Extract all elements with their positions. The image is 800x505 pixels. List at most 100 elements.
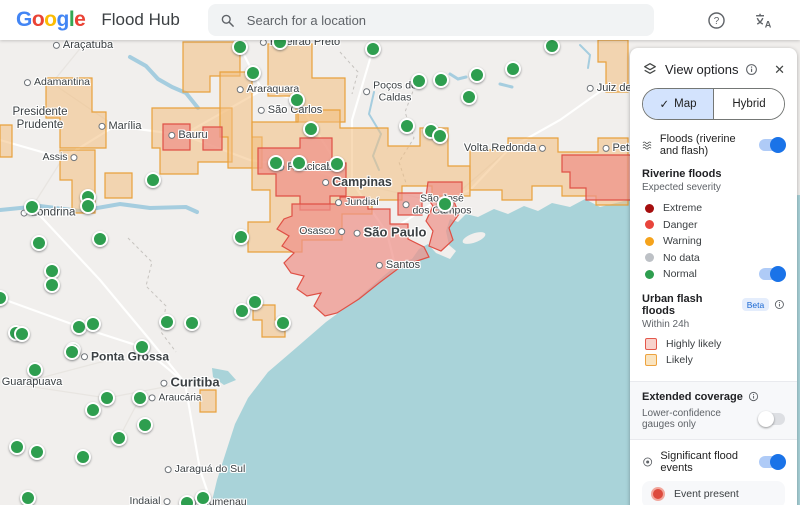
city-marker-icon	[602, 144, 610, 152]
gauge-marker-normal[interactable]	[432, 128, 448, 144]
floods-toggle[interactable]	[759, 137, 786, 153]
gauge-marker-normal[interactable]	[245, 65, 261, 81]
app-header: Google Flood Hub ? A	[0, 0, 800, 40]
gauge-marker-normal[interactable]	[275, 315, 291, 331]
gauge-marker-normal[interactable]	[159, 314, 175, 330]
google-logo-letter: o	[44, 8, 57, 31]
gauge-marker-normal[interactable]	[233, 229, 249, 245]
gauge-marker-normal[interactable]	[80, 198, 96, 214]
gauge-marker-normal[interactable]	[85, 402, 101, 418]
gauge-marker-normal[interactable]	[437, 196, 453, 212]
gauge-marker-normal[interactable]	[184, 315, 200, 331]
gauge-marker-normal[interactable]	[365, 41, 381, 57]
legend-item-no-data: No data	[645, 250, 785, 267]
legend-item-highly-likely: Highly likely	[645, 336, 785, 353]
city-label: Curitiba	[160, 375, 220, 391]
city-label: Osasco	[299, 225, 345, 238]
map-type-hybrid-button[interactable]: Hybrid	[713, 89, 784, 119]
city-label: Marília	[98, 120, 142, 132]
extended-coverage-toggle[interactable]	[758, 410, 785, 427]
extended-coverage-title: Extended coverage	[642, 390, 743, 403]
urban-flash-floods-subtitle: Within 24h	[642, 318, 690, 330]
flood-zone-likely[interactable]	[199, 389, 217, 413]
gauge-marker-normal[interactable]	[20, 490, 36, 505]
gauge-marker-normal[interactable]	[232, 39, 248, 55]
normal-dot	[645, 269, 654, 279]
normal-gauges-toggle[interactable]	[759, 266, 786, 283]
gauge-marker-normal[interactable]	[303, 121, 319, 137]
gauge-marker-normal[interactable]	[289, 92, 305, 108]
gauge-marker-normal[interactable]	[132, 390, 148, 406]
city-marker-icon	[236, 86, 244, 94]
gauge-marker-normal[interactable]	[329, 156, 345, 172]
city-label: Indaial	[130, 495, 171, 505]
city-marker-icon	[70, 154, 78, 162]
svg-text:A: A	[765, 19, 772, 29]
info-icon[interactable]	[748, 391, 759, 402]
search-bar[interactable]	[207, 4, 654, 36]
gauge-marker-normal[interactable]	[9, 439, 25, 455]
target-icon	[643, 457, 653, 466]
gauge-marker-normal[interactable]	[433, 72, 449, 88]
city-marker-icon	[353, 229, 361, 237]
map-type-map-label: Map	[674, 98, 697, 110]
riverine-floods-subtitle: Expected severity	[642, 182, 721, 193]
city-marker-icon	[363, 88, 371, 96]
translate-icon[interactable]: A	[754, 11, 774, 30]
city-label: Jaraguá do Sul	[164, 463, 245, 476]
danger-dot	[645, 220, 654, 230]
gauge-marker-normal[interactable]	[195, 490, 211, 505]
gauge-marker-normal[interactable]	[27, 362, 43, 378]
gauge-marker-normal[interactable]	[291, 155, 307, 171]
map-type-hybrid-label: Hybrid	[732, 98, 766, 110]
gauge-marker-normal[interactable]	[399, 118, 415, 134]
map-type-segmented-control: ✓ Map Hybrid	[642, 88, 785, 120]
gauge-marker-normal[interactable]	[461, 89, 477, 105]
city-label: Araçatuba	[52, 39, 113, 51]
significant-events-toggle[interactable]	[759, 453, 786, 470]
google-logo[interactable]: Google	[16, 8, 86, 32]
likely-swatch	[645, 354, 657, 367]
close-icon[interactable]: ✕	[774, 63, 785, 76]
search-icon	[221, 14, 234, 27]
gauge-marker-normal[interactable]	[44, 277, 60, 293]
gauge-marker-normal[interactable]	[75, 449, 91, 465]
city-marker-icon	[539, 144, 547, 152]
extreme-dot	[645, 203, 654, 213]
gauge-marker-normal[interactable]	[145, 172, 161, 188]
gauge-marker-normal[interactable]	[134, 339, 150, 355]
gauge-marker-normal[interactable]	[99, 390, 115, 406]
gauge-marker-normal[interactable]	[234, 303, 250, 319]
svg-text:?: ?	[714, 16, 720, 27]
google-logo-letter: o	[31, 8, 45, 31]
info-icon[interactable]	[774, 299, 785, 310]
legend-item-event-present: Event present	[642, 480, 785, 505]
flood-zone-likely[interactable]	[0, 124, 13, 158]
info-icon[interactable]	[745, 63, 758, 76]
gauge-marker-normal[interactable]	[85, 316, 101, 332]
map-type-map-button[interactable]: ✓ Map	[643, 89, 713, 119]
gauge-marker-normal[interactable]	[64, 344, 80, 360]
gauge-marker-normal[interactable]	[92, 231, 108, 247]
city-marker-icon	[375, 261, 383, 269]
gauge-marker-normal[interactable]	[31, 235, 47, 251]
gauge-marker-normal[interactable]	[179, 495, 195, 505]
city-marker-icon	[402, 201, 410, 209]
significant-events-title: Significant flood events	[660, 449, 739, 474]
gauge-marker-normal[interactable]	[469, 67, 485, 83]
gauge-marker-normal[interactable]	[111, 430, 127, 446]
gauge-marker-normal[interactable]	[505, 61, 521, 77]
help-icon[interactable]: ?	[707, 11, 726, 30]
gauge-marker-normal[interactable]	[411, 73, 427, 89]
gauge-marker-normal[interactable]	[137, 417, 153, 433]
search-input[interactable]	[244, 11, 609, 29]
flood-zone-likely[interactable]	[104, 172, 133, 199]
extended-coverage-subtitle: Lower-confidence gauges only	[642, 407, 721, 430]
gauge-marker-normal[interactable]	[14, 326, 30, 342]
gauge-marker-normal[interactable]	[24, 199, 40, 215]
gauge-marker-normal[interactable]	[544, 38, 560, 54]
gauge-marker-normal[interactable]	[268, 155, 284, 171]
city-label: Campinas	[322, 175, 392, 189]
gauge-marker-normal[interactable]	[29, 444, 45, 460]
city-marker-icon	[586, 84, 594, 92]
